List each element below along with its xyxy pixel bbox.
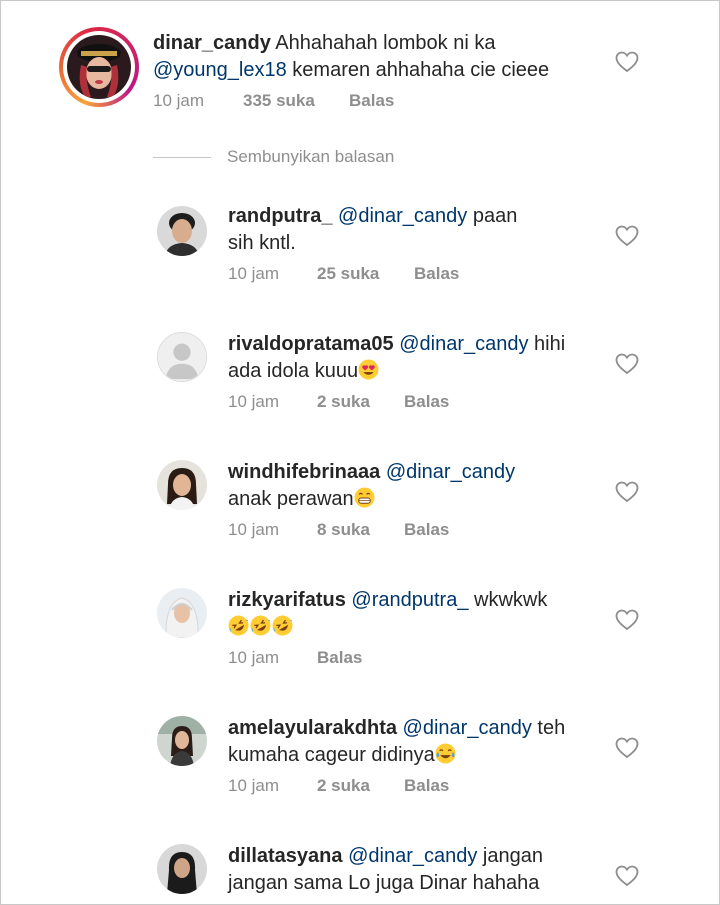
mention-link[interactable]: @dinar_candy xyxy=(348,845,477,867)
avatar[interactable] xyxy=(157,588,207,638)
default-avatar-icon[interactable] xyxy=(157,332,207,382)
comment-body-cont: jangan sama Lo juga Dinar hahaha xyxy=(228,872,540,894)
comment-text: dillatasyana @dinar_candy jangan jangan … xyxy=(228,843,608,897)
rolling-laughing-emoji-icon xyxy=(272,615,293,636)
avatar[interactable] xyxy=(157,716,207,766)
mention-link[interactable]: @dinar_candy xyxy=(338,205,467,227)
mention-link[interactable]: @dinar_candy xyxy=(386,461,515,483)
timestamp: 10 jam xyxy=(228,648,280,667)
comment-meta: 10 jam 8 suka Balas xyxy=(228,520,528,542)
reply-button[interactable]: Balas xyxy=(349,91,394,111)
comment-body-cont: anak perawan xyxy=(228,488,354,510)
likes-count[interactable]: 2 suka xyxy=(317,776,370,796)
username-link[interactable]: windhifebrinaaa xyxy=(228,461,380,483)
rolling-laughing-emoji-icon xyxy=(250,615,271,636)
likes-count[interactable]: 2 suka xyxy=(317,392,370,412)
heart-icon[interactable] xyxy=(615,865,639,887)
reply-button[interactable]: Balas xyxy=(404,392,449,412)
reply-button[interactable]: Balas xyxy=(317,648,362,668)
comment-body: wkwkwk xyxy=(468,589,548,611)
comment-text: randputra_ @dinar_candy paan sih kntl. xyxy=(228,203,608,257)
avatar[interactable] xyxy=(157,460,207,510)
username-link[interactable]: rizkyarifatus xyxy=(228,589,346,611)
heart-icon[interactable] xyxy=(615,51,639,73)
divider-line xyxy=(153,157,211,158)
reply-button[interactable]: Balas xyxy=(414,264,459,284)
mention-link[interactable]: @dinar_candy xyxy=(399,333,528,355)
timestamp: 10 jam xyxy=(153,91,205,110)
comment-text: rizkyarifatus @randputra_ wkwkwk xyxy=(228,587,608,641)
story-ring-avatar[interactable] xyxy=(59,27,139,107)
rolling-laughing-emoji-icon xyxy=(228,615,249,636)
likes-count[interactable]: 8 suka xyxy=(317,520,370,540)
heart-icon[interactable] xyxy=(615,481,639,503)
username-link[interactable]: rivaldopratama05 xyxy=(228,333,394,355)
username-link[interactable]: randputra_ xyxy=(228,205,332,227)
comment-body: hihi xyxy=(528,333,566,355)
comment-meta: 10 jam 25 suka Balas xyxy=(228,264,528,286)
heart-icon[interactable] xyxy=(615,609,639,631)
comment-text: amelayularakdhta @dinar_candy teh kumaha… xyxy=(228,715,608,769)
reply-button[interactable]: Balas xyxy=(404,520,449,540)
username-link[interactable]: amelayularakdhta xyxy=(228,717,397,739)
mention-link[interactable]: @young_lex18 xyxy=(153,59,287,81)
timestamp: 10 jam xyxy=(228,776,280,795)
comment-body: teh xyxy=(531,717,566,739)
grinning-emoji-icon xyxy=(354,487,375,508)
comment-text: windhifebrinaaa @dinar_candy anak perawa… xyxy=(228,459,608,513)
likes-count[interactable]: 25 suka xyxy=(317,264,379,284)
comment-body: jangan xyxy=(477,845,543,867)
mention-link[interactable]: @dinar_candy xyxy=(403,717,532,739)
heart-eyes-emoji-icon xyxy=(358,359,379,380)
timestamp: 10 jam xyxy=(228,520,280,539)
comment-body: paan xyxy=(467,205,518,227)
comment-body-cont: kemaren ahhahaha cie cieee xyxy=(286,59,550,81)
timestamp: 10 jam xyxy=(228,264,280,283)
reply-button[interactable]: Balas xyxy=(404,776,449,796)
comment-meta: 10 jam 335 suka Balas xyxy=(153,91,453,113)
hide-replies-label: Sembunyikan balasan xyxy=(227,147,395,166)
heart-icon[interactable] xyxy=(615,353,639,375)
timestamp: 10 jam xyxy=(228,392,280,411)
comment-text: dinar_candy Ahhahahah lombok ni ka @youn… xyxy=(153,30,633,84)
avatar xyxy=(67,35,131,99)
avatar[interactable] xyxy=(157,206,207,256)
mention-link[interactable]: @randputra_ xyxy=(351,589,468,611)
avatar[interactable] xyxy=(157,844,207,894)
comment-meta: 10 jam Balas xyxy=(228,648,528,670)
comment-body: Ahhahahah lombok ni ka xyxy=(275,32,496,54)
heart-icon[interactable] xyxy=(615,225,639,247)
comment-body-cont: sih kntl. xyxy=(228,232,296,254)
username-link[interactable]: dinar_candy xyxy=(153,32,271,54)
heart-icon[interactable] xyxy=(615,737,639,759)
comment-body-cont: ada idola kuuu xyxy=(228,360,359,382)
likes-count[interactable]: 335 suka xyxy=(243,91,315,111)
comment-text: rivaldopratama05 @dinar_candy hihi ada i… xyxy=(228,331,608,385)
comment-meta: 10 jam 2 suka Balas xyxy=(228,776,528,798)
username-link[interactable]: dillatasyana xyxy=(228,845,343,867)
comment-meta: 10 jam 2 suka Balas xyxy=(228,392,528,414)
tears-of-joy-emoji-icon xyxy=(435,743,456,764)
comments-panel: dinar_candy Ahhahahah lombok ni ka @youn… xyxy=(0,0,720,905)
comment-body-cont: kumaha cageur didinya xyxy=(228,744,435,766)
